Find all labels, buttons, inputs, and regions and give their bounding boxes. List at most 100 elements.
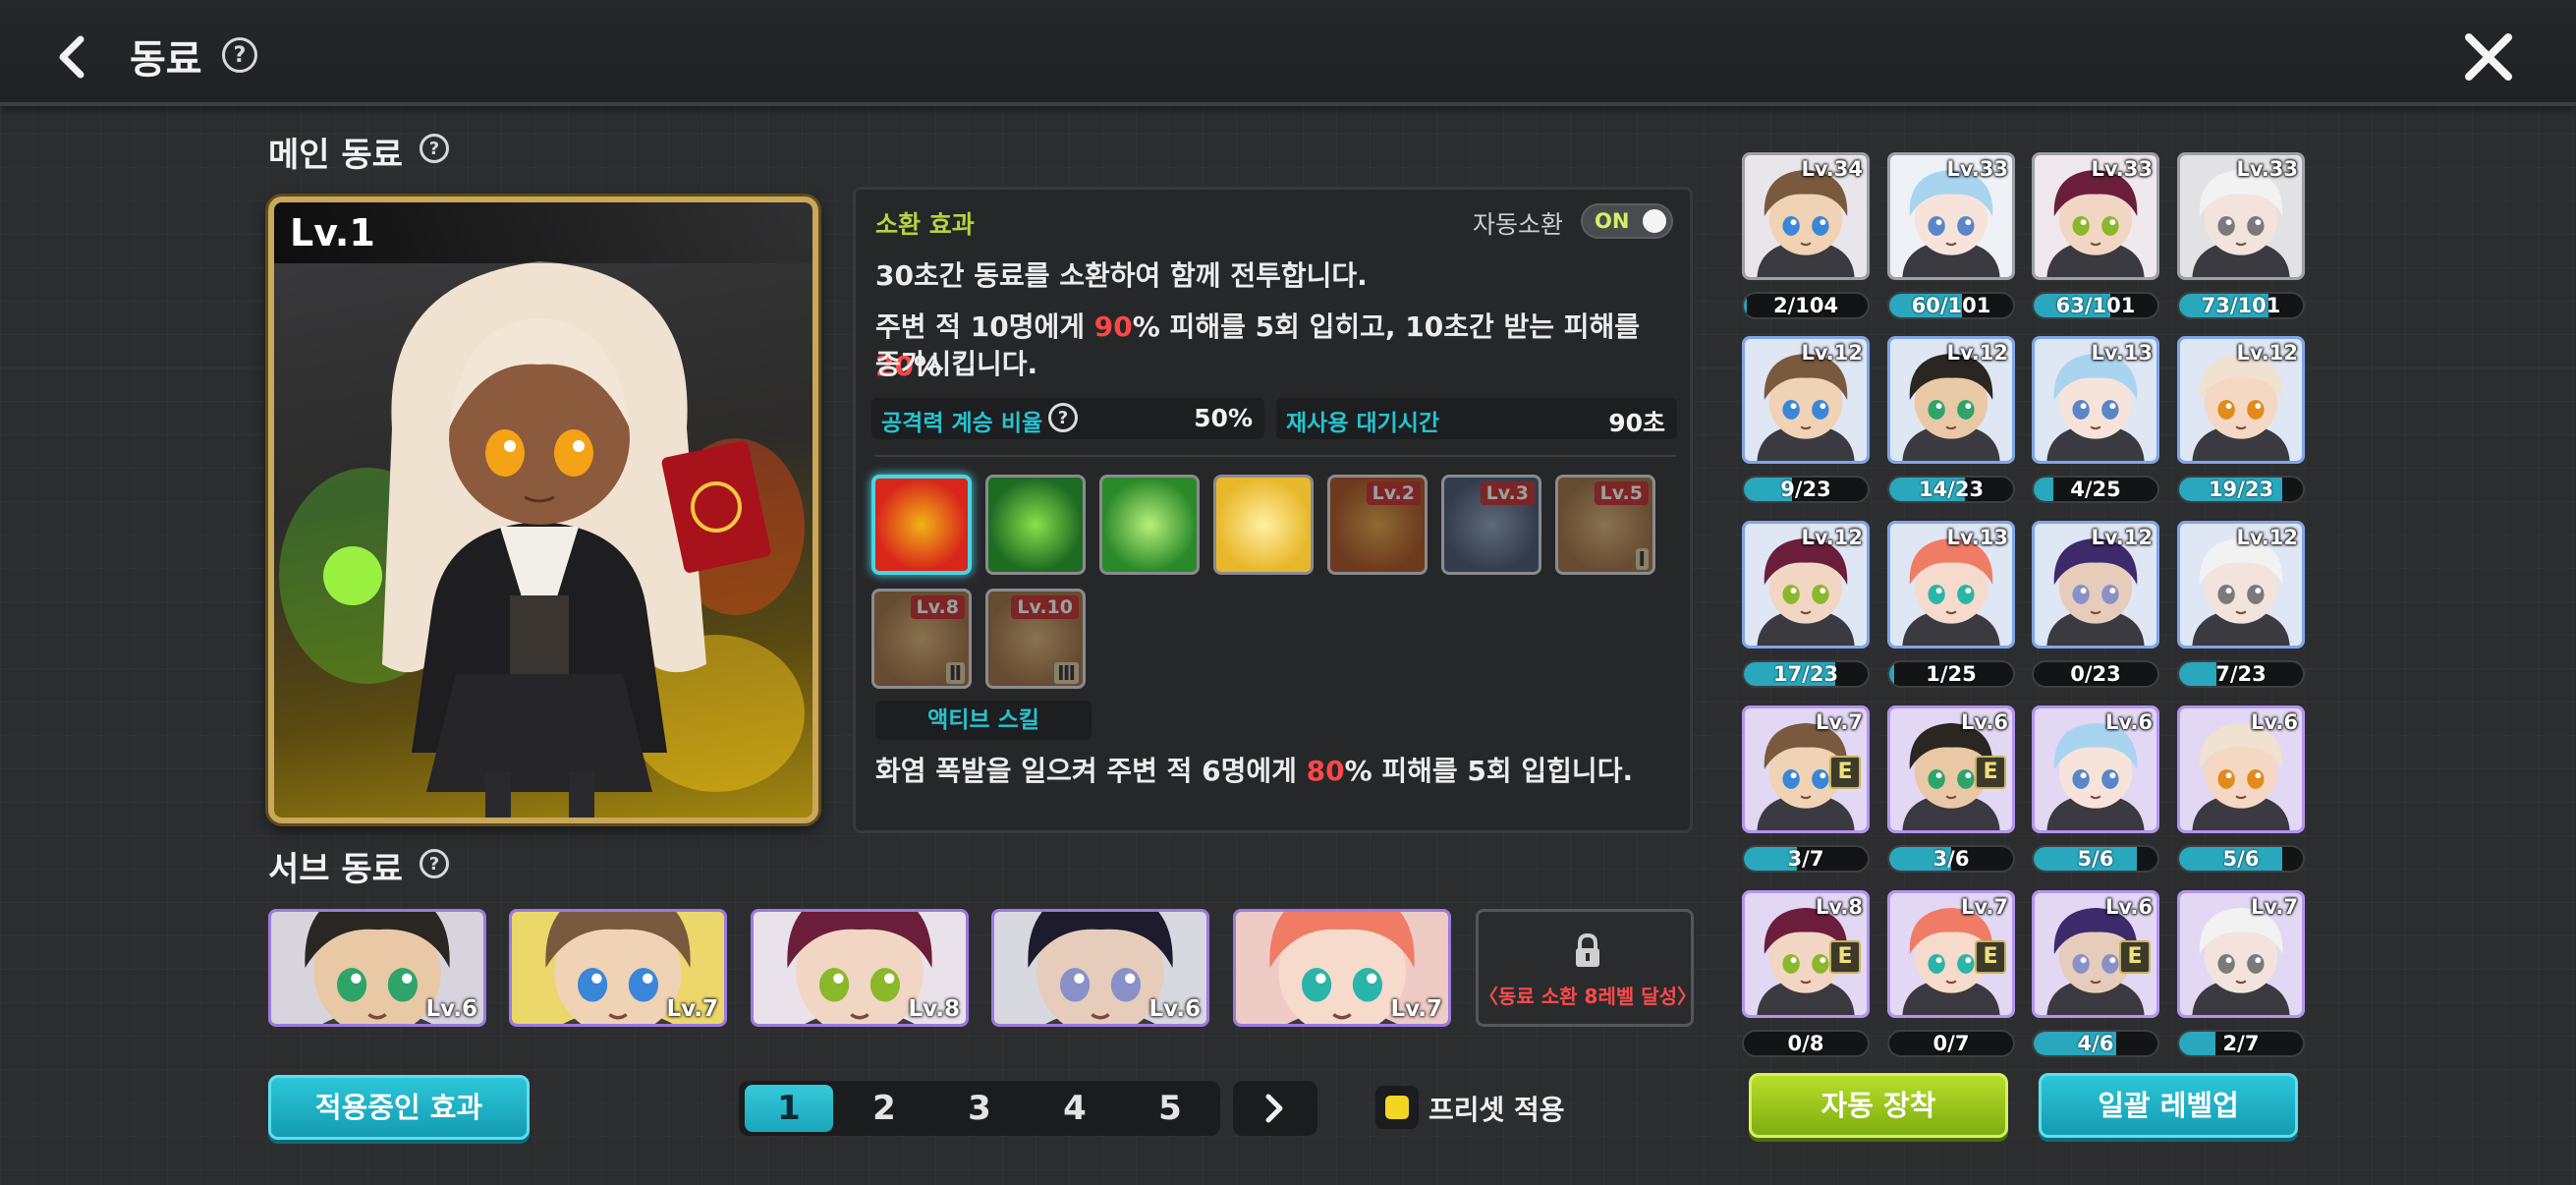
skill-tier-mark: Ⅰ xyxy=(1635,548,1649,570)
sub-companion-level: Lv.7 xyxy=(666,996,718,1022)
back-button[interactable] xyxy=(49,28,94,86)
roster-companion[interactable]: Lv.6 E 4/6 xyxy=(2032,890,2159,1065)
sub-companion-slot[interactable]: Lv.6 xyxy=(268,909,486,1027)
roster-companion[interactable]: Lv.12 14/23 xyxy=(1887,336,2015,511)
roster-companion[interactable]: Lv.33 73/101 xyxy=(2177,152,2305,327)
next-page-button[interactable] xyxy=(1233,1081,1317,1136)
roster-companion[interactable]: Lv.34 2/104 xyxy=(1742,152,1870,327)
auto-equip-button[interactable]: 자동 장착 xyxy=(1749,1073,2008,1138)
sub-companion-help-icon[interactable]: ? xyxy=(420,849,449,878)
skill-fire-burst-icon[interactable] xyxy=(871,475,972,575)
roster-count: 2/7 xyxy=(2222,1032,2260,1055)
close-icon xyxy=(2465,33,2512,81)
skill-passive-three-icon[interactable]: Lv.10 Ⅲ xyxy=(985,589,1086,689)
roster-companion[interactable]: Lv.13 1/25 xyxy=(1887,521,2015,696)
roster-level: Lv.12 xyxy=(2236,341,2298,365)
skill-unlock-level: Lv.8 xyxy=(910,595,965,619)
roster-portrait: Lv.12 xyxy=(2177,521,2305,649)
roster-companion[interactable]: Lv.33 63/101 xyxy=(2032,152,2159,327)
skill-unlock-level: Lv.5 xyxy=(1594,481,1649,505)
cooldown-stat: 재사용 대기시간 90초 xyxy=(1276,398,1677,439)
equipped-badge: E xyxy=(1975,756,2006,789)
skill-tier-mark: Ⅲ xyxy=(1054,662,1079,684)
roster-companion[interactable]: Lv.13 4/25 xyxy=(2032,336,2159,511)
preset-apply-checkbox[interactable] xyxy=(1375,1086,1419,1129)
roster-progress-bar: 3/7 xyxy=(1742,845,1870,873)
roster-portrait: Lv.6 xyxy=(2177,705,2305,833)
roster-level: Lv.12 xyxy=(1801,526,1863,549)
cooldown-label: 재사용 대기시간 xyxy=(1286,411,1440,436)
page-button-2[interactable]: 2 xyxy=(840,1085,928,1132)
main-companion-title: 메인 동료 xyxy=(268,136,403,175)
roster-companion[interactable]: Lv.6 5/6 xyxy=(2032,705,2159,880)
roster-companion[interactable]: Lv.12 9/23 xyxy=(1742,336,1870,511)
roster-progress-bar: 60/101 xyxy=(1887,292,2015,319)
skill-passive-one-icon[interactable]: Lv.5 Ⅰ xyxy=(1555,475,1655,575)
skill-fire-wall-icon[interactable]: Lv.2 xyxy=(1327,475,1428,575)
page-button-3[interactable]: 3 xyxy=(935,1085,1024,1132)
sub-companion-slot[interactable]: Lv.6 xyxy=(991,909,1209,1027)
equipped-badge: E xyxy=(2119,940,2151,974)
roster-companion[interactable]: Lv.7 E 3/7 xyxy=(1742,705,1870,880)
sub-companion-slot[interactable]: Lv.7 xyxy=(509,909,727,1027)
help-icon[interactable]: ? xyxy=(222,37,257,73)
applied-effects-button[interactable]: 적용중인 효과 xyxy=(268,1075,530,1140)
bulk-levelup-button[interactable]: 일괄 레벨업 xyxy=(2039,1073,2298,1138)
roster-level: Lv.7 xyxy=(1961,895,2008,919)
skill-unlock-level: Lv.2 xyxy=(1366,481,1421,505)
sub-companion-slot[interactable]: Lv.8 xyxy=(751,909,969,1027)
summon-effect-description-cont: 증가시킵니다. xyxy=(875,348,1038,380)
roster-count: 0/7 xyxy=(1932,1032,1970,1055)
roster-companion[interactable]: Lv.12 7/23 xyxy=(2177,521,2305,696)
roster-count: 0/23 xyxy=(2070,662,2121,686)
roster-companion[interactable]: Lv.6 E 3/6 xyxy=(1887,705,2015,880)
roster-level: Lv.12 xyxy=(1946,341,2008,365)
roster-progress-bar: 1/25 xyxy=(1887,660,2015,688)
roster-count: 19/23 xyxy=(2208,478,2274,501)
roster-companion[interactable]: Lv.12 17/23 xyxy=(1742,521,1870,696)
sub-companion-slot[interactable]: Lv.7 xyxy=(1233,909,1451,1027)
sub-companion-title: 서브 동료 xyxy=(268,850,403,889)
skill-passive-two-icon[interactable]: Lv.8 Ⅱ xyxy=(871,589,972,689)
roster-portrait: Lv.12 xyxy=(2177,336,2305,464)
roster-companion[interactable]: Lv.12 0/23 xyxy=(2032,521,2159,696)
roster-count: 9/23 xyxy=(1780,478,1831,501)
roster-companion[interactable]: Lv.7 2/7 xyxy=(2177,890,2305,1065)
roster-count: 1/25 xyxy=(1926,662,1977,686)
page-button-4[interactable]: 4 xyxy=(1031,1085,1119,1132)
sub-slot-locked[interactable]: 〈동료 소환 8레벨 달성〉 xyxy=(1476,909,1697,1027)
roster-progress-bar: 0/8 xyxy=(1742,1030,1870,1057)
sub-companion-level: Lv.6 xyxy=(425,996,477,1022)
skill-panel: 소환 효과 자동소환 ON 30초간 동료를 소환하여 함께 전투합니다. 주변… xyxy=(853,187,1693,833)
attack-ratio-value: 50% xyxy=(1194,404,1253,432)
equipped-badge: E xyxy=(1829,940,1861,974)
attack-ratio-help-icon[interactable]: ? xyxy=(1048,403,1078,432)
roster-companion[interactable]: Lv.6 5/6 xyxy=(2177,705,2305,880)
auto-summon-toggle[interactable]: ON xyxy=(1581,203,1673,239)
roster-progress-bar: 2/104 xyxy=(1742,292,1870,319)
skill-golden-summon-icon[interactable] xyxy=(1213,475,1314,575)
roster-companion[interactable]: Lv.12 19/23 xyxy=(2177,336,2305,511)
roster-companion[interactable]: Lv.7 E 0/7 xyxy=(1887,890,2015,1065)
roster-progress-bar: 19/23 xyxy=(2177,476,2305,503)
roster-companion[interactable]: Lv.8 E 0/8 xyxy=(1742,890,1870,1065)
auto-summon-label: 자동소환 xyxy=(1473,210,1564,239)
page-button-1[interactable]: 1 xyxy=(745,1085,833,1132)
page-button-5[interactable]: 5 xyxy=(1126,1085,1214,1132)
skill-green-flame-icon[interactable] xyxy=(985,475,1086,575)
skill-green-sigil-icon[interactable] xyxy=(1099,475,1200,575)
main-companion-card[interactable]: Lv.1 xyxy=(268,197,818,823)
roster-portrait: Lv.33 xyxy=(2032,152,2159,280)
chevron-right-icon xyxy=(1265,1094,1283,1123)
roster-portrait: Lv.13 xyxy=(1887,521,2015,649)
roster-portrait: Lv.12 xyxy=(1887,336,2015,464)
main-companion-help-icon[interactable]: ? xyxy=(420,134,449,163)
roster-portrait: Lv.13 xyxy=(2032,336,2159,464)
skill-stance-icon[interactable]: Lv.3 xyxy=(1441,475,1541,575)
roster-portrait: Lv.7 xyxy=(2177,890,2305,1018)
close-button[interactable] xyxy=(2461,29,2516,85)
roster-companion[interactable]: Lv.33 60/101 xyxy=(1887,152,2015,327)
roster-portrait: Lv.12 xyxy=(1742,336,1870,464)
roster-progress-bar: 0/23 xyxy=(2032,660,2159,688)
roster-portrait: Lv.34 xyxy=(1742,152,1870,280)
